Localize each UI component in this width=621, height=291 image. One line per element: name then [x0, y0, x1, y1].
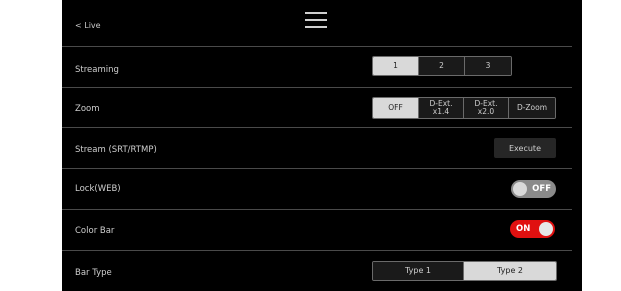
streaming-option-3[interactable]: 3 [465, 57, 511, 75]
divider [62, 250, 572, 251]
divider [62, 87, 572, 88]
menu-line [305, 19, 327, 21]
bar-type-selector: Type 1 Type 2 [372, 261, 557, 281]
zoom-option-dzoom[interactable]: D-Zoom [509, 98, 555, 118]
top-bar: < Live [62, 0, 582, 46]
toggle-state-text: ON [516, 224, 531, 234]
divider [62, 168, 572, 169]
bar-type-option-2[interactable]: Type 2 [464, 262, 556, 280]
menu-line [305, 26, 327, 28]
streaming-option-2[interactable]: 2 [419, 57, 465, 75]
bar-type-option-1[interactable]: Type 1 [373, 262, 464, 280]
zoom-selector: OFF D-Ext. x1.4 D-Ext. x2.0 D-Zoom [372, 97, 556, 119]
zoom-label: Zoom [75, 104, 100, 114]
streaming-label: Streaming [75, 65, 119, 75]
streaming-selector: 1 2 3 [372, 56, 512, 76]
color-bar-toggle[interactable]: ON [510, 220, 555, 238]
lock-web-toggle[interactable]: OFF [511, 180, 556, 198]
divider [62, 127, 572, 128]
settings-panel: < Live Streaming 1 2 3 Zoom OFF D-Ext. x… [62, 0, 582, 291]
toggle-knob [539, 222, 553, 236]
execute-button[interactable]: Execute [494, 138, 556, 158]
divider [62, 209, 572, 210]
zoom-option-off[interactable]: OFF [373, 98, 419, 118]
toggle-knob [513, 182, 527, 196]
menu-line [305, 12, 327, 14]
back-to-live-link[interactable]: < Live [75, 21, 101, 30]
color-bar-label: Color Bar [75, 226, 115, 236]
zoom-option-dext-1-4[interactable]: D-Ext. x1.4 [419, 98, 464, 118]
streaming-option-1[interactable]: 1 [373, 57, 419, 75]
divider [62, 46, 572, 47]
stream-srt-label: Stream (SRT/RTMP) [75, 145, 157, 155]
toggle-state-text: OFF [532, 184, 551, 194]
bar-type-label: Bar Type [75, 268, 112, 278]
zoom-option-dext-2-0[interactable]: D-Ext. x2.0 [464, 98, 509, 118]
hamburger-menu-icon[interactable] [305, 12, 327, 28]
lock-web-label: Lock(WEB) [75, 184, 121, 194]
